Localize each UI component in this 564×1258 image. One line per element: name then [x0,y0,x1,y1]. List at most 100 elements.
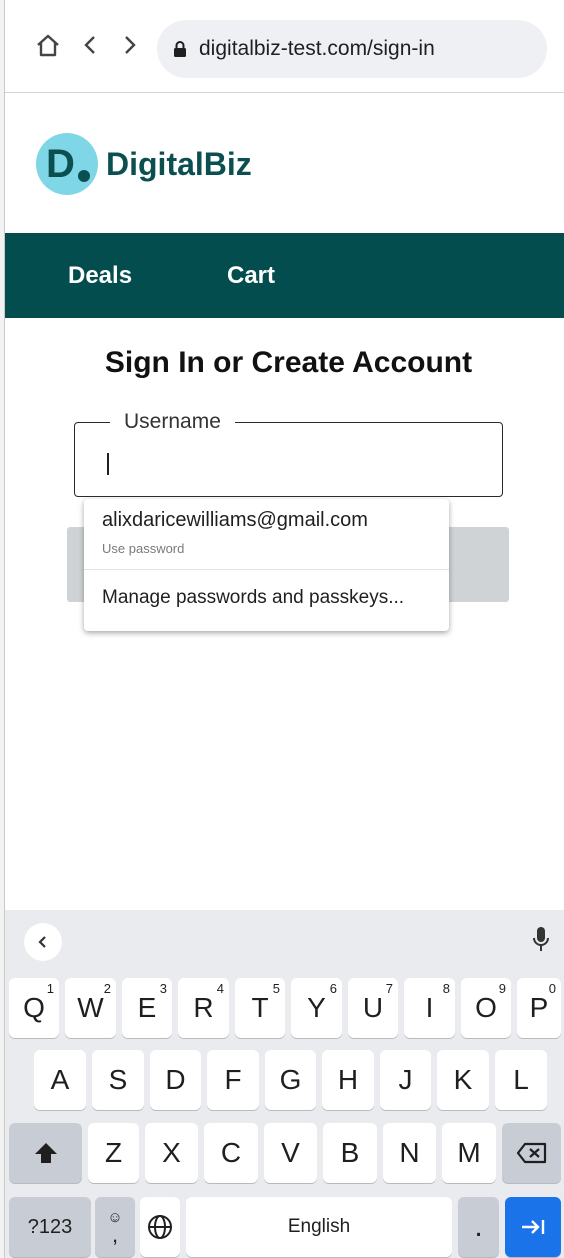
key-h[interactable]: H [322,1050,374,1110]
logo-dot [78,170,90,182]
key-label: F [224,1064,242,1095]
keyboard-collapse-button[interactable] [24,923,62,961]
key-g[interactable]: G [265,1050,316,1110]
chevron-left-icon [84,36,95,54]
key-label: D [165,1064,186,1095]
key-q[interactable]: Q1 [9,978,59,1038]
autofill-suggestion-subtitle: Use password [102,541,185,556]
tab-arrow-icon [522,1220,545,1234]
username-input[interactable] [101,449,481,473]
page-title: Sign In or Create Account [104,346,473,379]
key-y[interactable]: Y6 [291,978,342,1038]
key-hint: 1 [46,981,54,996]
comma-label: , [111,1222,119,1247]
nav-link-cart[interactable]: Cart [227,233,275,318]
key-u[interactable]: U7 [348,978,398,1038]
key-label: M [457,1137,481,1168]
key-d[interactable]: D [150,1050,201,1110]
key-hint: 0 [548,981,556,996]
key-label: Z [104,1137,123,1168]
browser-toolbar: digitalbiz-test.com/sign-in [5,0,564,93]
key-label: R [193,992,214,1023]
key-label: H [337,1064,359,1095]
key-hint: 5 [272,981,280,996]
key-v[interactable]: V [264,1123,317,1183]
key-label: E [137,992,157,1023]
key-j[interactable]: J [380,1050,431,1110]
key-label: B [340,1137,360,1168]
key-label: I [425,992,434,1023]
key-label: L [513,1064,529,1095]
autofill-suggestion-email[interactable]: alixdaricewilliams@gmail.com [84,509,449,532]
manage-passwords-item[interactable]: Manage passwords and passkeys... [84,587,449,609]
microphone-icon[interactable] [527,922,555,958]
back-button[interactable] [75,30,105,60]
key-hint: 8 [442,981,450,996]
key-label: U [362,992,384,1023]
key-e[interactable]: E3 [122,978,172,1038]
key-label: Y [307,992,326,1023]
key-n[interactable]: N [383,1123,436,1183]
key-label: X [162,1137,181,1168]
key-label: P [529,992,549,1023]
key-r[interactable]: R4 [178,978,229,1038]
key-label: J [398,1064,413,1095]
address-bar[interactable]: digitalbiz-test.com/sign-in [157,20,547,78]
key-label: C [220,1137,242,1168]
site-logo[interactable]: D DigitalBiz [36,133,252,195]
key-k[interactable]: K [437,1050,489,1110]
shift-arrow-icon [34,1143,57,1163]
key-f[interactable]: F [207,1050,259,1110]
key-label: O [475,992,497,1023]
key-label: K [453,1064,473,1095]
key-label: T [251,992,269,1023]
key-b[interactable]: B [323,1123,377,1183]
lock-icon [173,39,189,59]
key-i[interactable]: I8 [404,978,455,1038]
key-label: G [279,1064,302,1095]
backspace-icon [516,1142,546,1164]
key-o[interactable]: O9 [461,978,511,1038]
logo-text: DigitalBiz [106,145,252,182]
key-label: V [281,1137,300,1168]
key-hint: 9 [498,981,506,996]
period-key[interactable]: . [458,1197,499,1257]
key-hint: 2 [103,981,111,996]
key-c[interactable]: C [204,1123,258,1183]
key-a[interactable]: A [34,1050,86,1110]
emoji-comma-key[interactable]: ☺ , [95,1197,135,1257]
key-x[interactable]: X [145,1123,198,1183]
username-field[interactable]: Username [74,409,503,497]
key-hint: 3 [159,981,167,996]
on-screen-keyboard: Q1 W2 E3 R4 T5 Y6 U7 I8 O9 P0 A S D F G … [5,910,564,1258]
nav-link-deals[interactable]: Deals [68,233,132,318]
chevron-left-icon [38,936,46,948]
site-nav: Deals Cart [5,233,564,318]
autofill-divider [84,569,449,570]
key-t[interactable]: T5 [235,978,285,1038]
key-label: Q [23,992,45,1023]
key-hint: 6 [329,981,337,996]
key-label: N [399,1137,420,1168]
next-key[interactable] [505,1197,561,1257]
key-hint: 7 [385,981,393,996]
backspace-key[interactable] [502,1123,561,1183]
key-l[interactable]: L [495,1050,547,1110]
key-s[interactable]: S [92,1050,144,1110]
forward-button[interactable] [115,30,145,60]
key-m[interactable]: M [442,1123,496,1183]
symbols-key[interactable]: ?123 [9,1197,91,1257]
key-label: S [108,1064,128,1095]
shift-key[interactable] [9,1123,82,1183]
key-z[interactable]: Z [88,1123,139,1183]
text-caret [107,453,109,475]
username-label: Username [110,409,235,435]
key-label: W [77,992,104,1023]
language-key[interactable] [140,1197,180,1257]
url-text: digitalbiz-test.com/sign-in [199,37,435,60]
home-icon[interactable] [33,30,63,60]
autofill-dropdown: alixdaricewilliams@gmail.com Use passwor… [84,499,449,631]
space-key[interactable]: English [186,1197,452,1257]
key-p[interactable]: P0 [517,978,561,1038]
key-w[interactable]: W2 [65,978,116,1038]
